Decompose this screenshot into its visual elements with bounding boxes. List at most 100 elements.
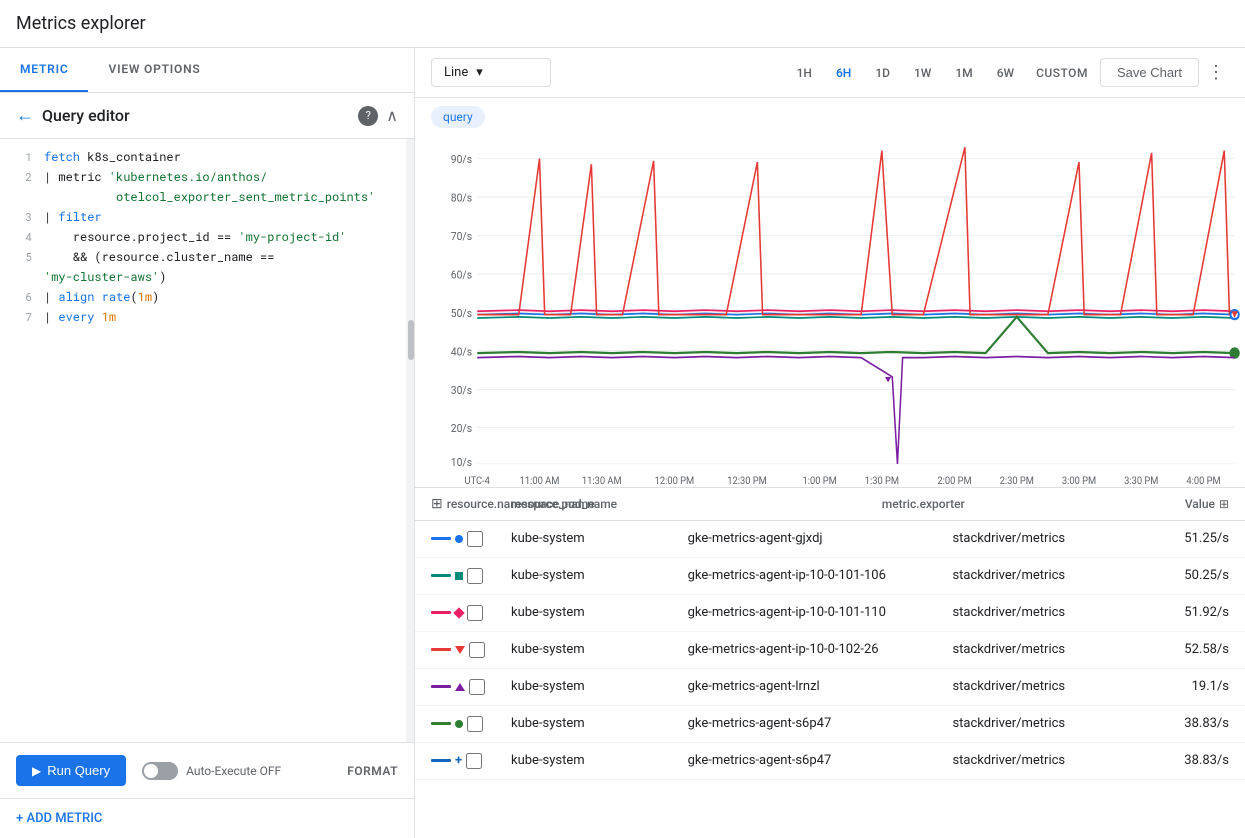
- row-1-icon: [431, 531, 511, 547]
- svg-text:10/s: 10/s: [451, 456, 473, 470]
- chevron-down-icon: ▾: [476, 65, 483, 80]
- line-color-2: [431, 574, 451, 577]
- row-6-icon: [431, 716, 511, 732]
- table-row: kube-system gke-metrics-agent-ip-10-0-10…: [415, 595, 1245, 632]
- more-options-icon[interactable]: ⋮: [1203, 58, 1229, 87]
- svg-text:2:30 PM: 2:30 PM: [1000, 476, 1034, 487]
- row-5-exporter: stackdriver/metrics: [952, 679, 1129, 694]
- svg-text:4:00 PM: 4:00 PM: [1186, 476, 1220, 487]
- time-buttons: 1H 6H 1D 1W 1M 6W CUSTOM Save Chart ⋮: [787, 58, 1229, 87]
- tab-view-options[interactable]: VIEW OPTIONS: [88, 48, 220, 92]
- diamond-3: [453, 607, 464, 618]
- auto-execute-label: Auto-Execute OFF: [186, 764, 281, 778]
- time-btn-1w[interactable]: 1W: [904, 60, 941, 86]
- th-icon: ⊞ resource.namespace_name: [431, 496, 511, 512]
- run-label: Run Query: [47, 763, 110, 778]
- svg-text:3:30 PM: 3:30 PM: [1124, 476, 1158, 487]
- code-line-2: 2 | metric 'kubernetes.io/anthos/ otelco…: [0, 167, 414, 207]
- table-header: ⊞ resource.namespace_name resource.pod_n…: [415, 488, 1245, 521]
- row-7-exporter: stackdriver/metrics: [952, 753, 1129, 768]
- row-6-pod: gke-metrics-agent-s6p47: [688, 716, 953, 731]
- svg-text:60/s: 60/s: [451, 268, 473, 282]
- row-4-pod: gke-metrics-agent-ip-10-0-102-26: [688, 642, 953, 657]
- row-4-checkbox[interactable]: [469, 642, 485, 658]
- format-button[interactable]: FORMAT: [347, 764, 398, 778]
- svg-text:1:30 PM: 1:30 PM: [865, 476, 899, 487]
- row-4-value: 52.58/s: [1129, 642, 1229, 657]
- row-3-icon: [431, 605, 511, 621]
- back-button[interactable]: ←: [16, 105, 34, 126]
- plus-7: +: [455, 753, 462, 768]
- svg-text:90/s: 90/s: [451, 153, 473, 167]
- right-panel: Line ▾ 1H 6H 1D 1W 1M 6W CUSTOM Save Cha…: [415, 48, 1245, 838]
- table-row: kube-system gke-metrics-agent-ip-10-0-10…: [415, 558, 1245, 595]
- time-btn-1m[interactable]: 1M: [945, 60, 982, 86]
- code-editor[interactable]: 1 fetch k8s_container 2 | metric 'kubern…: [0, 139, 414, 742]
- query-editor-title: Query editor: [42, 106, 358, 125]
- row-2-checkbox[interactable]: [467, 568, 483, 584]
- row-5-checkbox[interactable]: [469, 679, 485, 695]
- triangle-down-4: [455, 646, 465, 654]
- line-color-6: [431, 722, 451, 725]
- query-pill-container: query: [415, 98, 1245, 136]
- row-2-exporter: stackdriver/metrics: [952, 568, 1129, 583]
- add-metric-button[interactable]: + ADD METRIC: [0, 798, 414, 838]
- run-query-button[interactable]: ▶ Run Query: [16, 755, 126, 786]
- table-row: kube-system gke-metrics-agent-lrnzl stac…: [415, 669, 1245, 706]
- time-btn-1h[interactable]: 1H: [787, 60, 822, 86]
- query-pill-label: query: [443, 110, 473, 124]
- run-icon: ▶: [32, 764, 41, 778]
- svg-text:30/s: 30/s: [451, 383, 473, 397]
- time-btn-1d[interactable]: 1D: [865, 60, 900, 86]
- svg-text:2:00 PM: 2:00 PM: [937, 476, 971, 487]
- custom-button[interactable]: CUSTOM: [1028, 60, 1096, 86]
- save-chart-button[interactable]: Save Chart: [1100, 58, 1199, 87]
- table-row: kube-system gke-metrics-agent-s6p47 stac…: [415, 706, 1245, 743]
- left-panel: METRIC VIEW OPTIONS ← Query editor ? ∧ 1…: [0, 48, 415, 838]
- svg-text:80/s: 80/s: [451, 191, 473, 205]
- table-row: + kube-system gke-metrics-agent-s6p47 st…: [415, 743, 1245, 780]
- row-3-checkbox[interactable]: [467, 605, 483, 621]
- time-btn-6w[interactable]: 6W: [987, 60, 1024, 86]
- row-1-checkbox[interactable]: [467, 531, 483, 547]
- square-2: [455, 572, 463, 580]
- code-line-5b: 'my-cluster-aws'): [0, 267, 414, 287]
- code-line-3: 3 | filter: [0, 207, 414, 227]
- table-row: kube-system gke-metrics-agent-ip-10-0-10…: [415, 632, 1245, 669]
- query-pill[interactable]: query: [431, 106, 485, 128]
- svg-text:11:30 AM: 11:30 AM: [582, 476, 622, 487]
- th-pod: resource.pod_name: [511, 497, 882, 511]
- chart-type-label: Line: [444, 65, 468, 80]
- table-row: kube-system gke-metrics-agent-gjxdj stac…: [415, 521, 1245, 558]
- th-exporter: metric.exporter: [882, 497, 1129, 511]
- row-6-checkbox[interactable]: [467, 716, 483, 732]
- code-line-6: 6 | align rate(1m): [0, 287, 414, 307]
- svg-text:3:00 PM: 3:00 PM: [1062, 476, 1096, 487]
- row-4-icon: [431, 642, 511, 658]
- row-7-namespace: kube-system: [511, 753, 688, 768]
- svg-text:20/s: 20/s: [451, 422, 473, 436]
- sort-icon[interactable]: ⊞: [1219, 497, 1229, 511]
- row-1-pod: gke-metrics-agent-gjxdj: [688, 531, 953, 546]
- line-color-1: [431, 537, 451, 540]
- row-1-namespace: kube-system: [511, 531, 688, 546]
- chart-type-select[interactable]: Line ▾: [431, 58, 551, 87]
- svg-text:40/s: 40/s: [451, 345, 473, 359]
- row-4-namespace: kube-system: [511, 642, 688, 657]
- th-value: Value ⊞: [1129, 497, 1229, 511]
- query-editor-header: ← Query editor ? ∧: [0, 93, 414, 139]
- code-line-7: 7 | every 1m: [0, 307, 414, 327]
- help-icon[interactable]: ?: [358, 106, 378, 126]
- code-line-1: 1 fetch k8s_container: [0, 147, 414, 167]
- time-btn-6h[interactable]: 6H: [826, 60, 861, 86]
- svg-text:1:00 PM: 1:00 PM: [802, 476, 836, 487]
- line-color-3: [431, 611, 451, 614]
- line-color-5: [431, 685, 451, 688]
- row-7-checkbox[interactable]: [466, 753, 482, 769]
- collapse-icon[interactable]: ∧: [386, 106, 398, 125]
- auto-execute-toggle[interactable]: [142, 762, 178, 780]
- svg-text:11:00 AM: 11:00 AM: [520, 476, 560, 487]
- tab-metric[interactable]: METRIC: [0, 48, 88, 92]
- row-2-value: 50.25/s: [1129, 568, 1229, 583]
- row-6-exporter: stackdriver/metrics: [952, 716, 1129, 731]
